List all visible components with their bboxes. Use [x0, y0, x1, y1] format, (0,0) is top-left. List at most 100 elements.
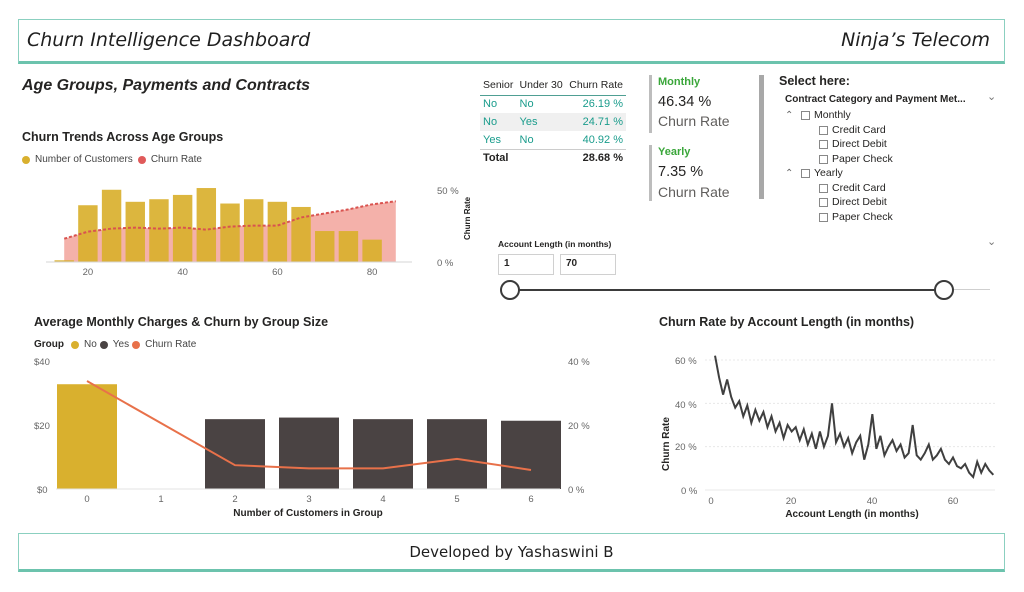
checkbox[interactable]: [801, 168, 810, 178]
col-churn-rate: Churn Rate: [565, 75, 626, 96]
slicer-group-label: Monthly: [814, 109, 851, 121]
customer-bar: [125, 201, 145, 262]
legend-dot-no: [71, 340, 79, 349]
slicer-item[interactable]: Credit Card: [819, 182, 886, 194]
customer-bar: [220, 203, 240, 262]
col-senior: Senior: [480, 75, 517, 96]
chevron-down-icon[interactable]: ⌄: [987, 90, 996, 103]
customer-bar: [267, 201, 288, 262]
legend-title: Group: [34, 339, 64, 350]
cell: 24.71 %: [565, 113, 626, 131]
age-chart-legend: Number of Customers Churn Rate: [22, 154, 202, 165]
monthly-card-sub: Churn Rate: [658, 113, 730, 129]
bar-yes: [279, 417, 339, 489]
col-under30: Under 30: [516, 75, 566, 96]
length-chart: 60 % 40 % 20 % 0 % Churn Rate 0 20 40 60…: [661, 355, 995, 520]
slicer-header[interactable]: Contract Category and Payment Met...: [785, 94, 966, 105]
legend-label-customers: Number of Customers: [35, 154, 133, 165]
checkbox[interactable]: [819, 125, 828, 135]
checkbox[interactable]: [819, 212, 828, 222]
y-tick: 40 %: [675, 400, 697, 411]
header-banner: Churn Intelligence Dashboard Ninja’s Tel…: [18, 19, 1005, 64]
slicer-item[interactable]: Credit Card: [819, 124, 886, 136]
legend-label-no: No: [84, 339, 97, 350]
section-title: Age Groups, Payments and Contracts: [22, 77, 311, 94]
table-row[interactable]: No No 26.19 %: [480, 95, 626, 113]
y-tick: $0: [37, 485, 48, 496]
bar-yes: [501, 420, 561, 489]
monthly-card-label: Monthly: [658, 76, 701, 88]
checkbox[interactable]: [819, 139, 828, 149]
range-slider-title: Account Length (in months): [498, 239, 612, 249]
caret-up-icon[interactable]: ⌃: [785, 110, 797, 121]
x-tick: 80: [367, 267, 378, 278]
checkbox[interactable]: [819, 154, 828, 164]
slicer-group-yearly[interactable]: ⌃ Yearly: [785, 167, 843, 179]
legend-label-yes: Yes: [112, 339, 130, 350]
y2-tick-50: 50 %: [437, 186, 459, 197]
x-tick: 60: [272, 267, 283, 278]
card-accent-bar: [649, 145, 652, 201]
checkbox[interactable]: [819, 183, 828, 193]
range-max-handle[interactable]: [934, 280, 954, 300]
range-max-input[interactable]: 70: [560, 254, 616, 275]
legend-dot-yes: [99, 340, 108, 349]
group-chart-legend: Group No Yes Churn Rate: [34, 339, 196, 350]
y2-tick: 40 %: [568, 357, 590, 368]
slicer-item[interactable]: Direct Debit: [819, 196, 887, 208]
customer-bar: [101, 189, 122, 262]
bar-yes: [427, 419, 487, 489]
y2-tick: 0 %: [568, 485, 585, 496]
slicer-item[interactable]: Direct Debit: [819, 138, 887, 150]
customer-bar: [291, 206, 311, 262]
length-x-label: Account Length (in months): [785, 509, 918, 520]
length-y-label: Churn Rate: [661, 417, 672, 471]
y-tick: 20 %: [675, 442, 697, 453]
cell: 40.92 %: [582, 133, 623, 146]
group-chart-title: Average Monthly Charges & Churn by Group…: [34, 315, 329, 329]
chevron-down-icon[interactable]: ⌄: [987, 235, 996, 248]
caret-up-icon[interactable]: ⌃: [785, 168, 797, 179]
slicer-item-label: Credit Card: [832, 124, 886, 136]
x-tick: 3: [306, 494, 311, 505]
x-tick: 40: [177, 267, 188, 278]
checkbox[interactable]: [819, 197, 828, 207]
churn-rate-line: [714, 355, 995, 480]
slicer-item[interactable]: Paper Check: [819, 153, 893, 165]
cell: No: [483, 98, 498, 111]
legend-label-churn: Churn Rate: [150, 154, 202, 165]
slicer-group-monthly[interactable]: ⌃ Monthly: [785, 109, 851, 121]
customer-bar: [338, 231, 359, 262]
dashboard-title: Churn Intelligence Dashboard: [27, 29, 311, 51]
slicer-item[interactable]: Paper Check: [819, 211, 893, 223]
x-tick: 60: [948, 496, 959, 507]
x-tick: 0: [84, 494, 89, 505]
cell: No: [480, 113, 517, 131]
slicer-divider: [759, 75, 764, 199]
range-min-input[interactable]: 1: [498, 254, 554, 275]
customer-bar: [243, 199, 264, 262]
bar-yes: [353, 419, 413, 489]
slicer-item-label: Paper Check: [832, 211, 893, 223]
range-min-handle[interactable]: [500, 280, 520, 300]
cell: 26.19 %: [582, 98, 623, 111]
total-empty: [516, 148, 566, 167]
x-tick: 4: [380, 494, 385, 505]
table-row[interactable]: Yes No 40.92 %: [480, 131, 626, 149]
legend-dot-customers: [22, 155, 30, 164]
cell: No: [519, 133, 534, 146]
x-tick: 0: [708, 496, 713, 507]
range-track[interactable]: [510, 289, 944, 291]
group-x-label: Number of Customers in Group: [233, 508, 382, 519]
checkbox[interactable]: [801, 110, 810, 120]
x-tick: 2: [232, 494, 237, 505]
x-tick: 5: [454, 494, 459, 505]
y2-tick: 20 %: [568, 421, 590, 432]
table-row[interactable]: No Yes 24.71 %: [480, 113, 626, 131]
total-label: Total: [480, 148, 517, 167]
yearly-card-value: 7.35 %: [658, 164, 704, 180]
cell: Yes: [516, 113, 566, 131]
legend-label-churn: Churn Rate: [145, 339, 197, 350]
x-tick: 40: [867, 496, 878, 507]
cell: Yes: [483, 133, 501, 146]
